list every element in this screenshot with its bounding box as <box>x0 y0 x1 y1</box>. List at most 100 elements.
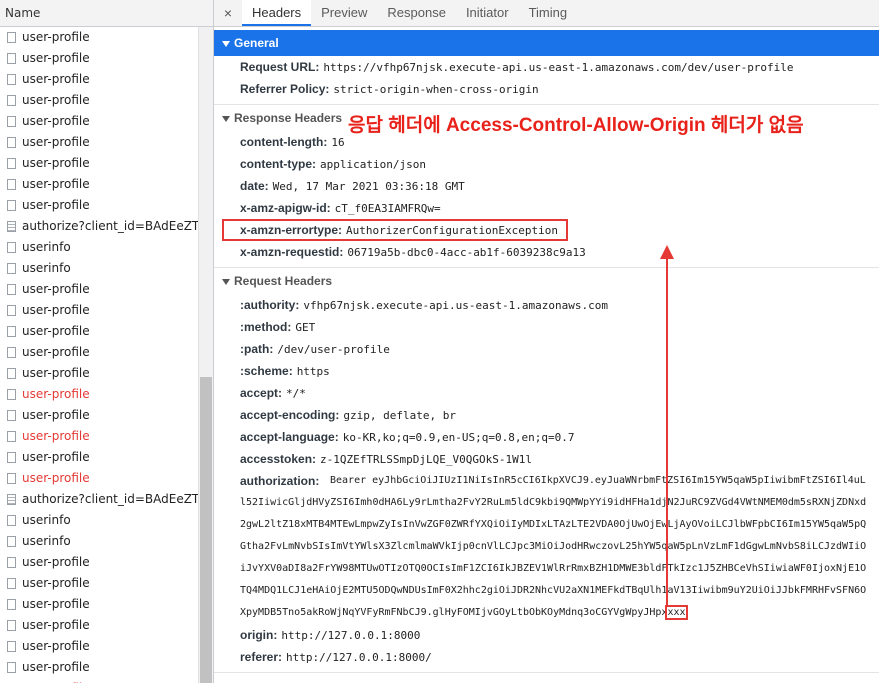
request-row[interactable]: user-profile <box>0 468 199 489</box>
file-icon <box>7 431 16 442</box>
tab-response[interactable]: Response <box>377 0 456 26</box>
request-row[interactable]: user-profile <box>0 321 199 342</box>
request-header-row: accept-encoding: gzip, deflate, br <box>214 404 879 426</box>
request-row[interactable]: user-profile <box>0 132 199 153</box>
file-icon <box>7 137 16 148</box>
request-row-label: userinfo <box>22 513 71 527</box>
request-row-label: user-profile <box>22 198 90 212</box>
request-row-label: userinfo <box>22 534 71 548</box>
request-header-row: accesstoken: z-1QZEfTRLSSmpDjLQE_V0QGOkS-… <box>214 448 879 470</box>
file-icon <box>7 200 16 211</box>
request-row[interactable]: user-profile <box>0 426 199 447</box>
file-icon <box>7 32 16 43</box>
request-header-row: accept: */* <box>214 382 879 404</box>
request-headers-header[interactable]: Request Headers <box>214 268 879 294</box>
request-row[interactable]: user-profile <box>0 405 199 426</box>
request-row[interactable]: user-profile <box>0 48 199 69</box>
response-header-value: AuthorizerConfigurationException <box>346 224 558 237</box>
file-icon <box>7 515 16 526</box>
request-row[interactable]: user-profile <box>0 174 199 195</box>
request-row[interactable]: user-profile <box>0 300 199 321</box>
triangle-down-icon <box>222 278 230 285</box>
request-row-label: user-profile <box>22 51 90 65</box>
request-row[interactable]: user-profile <box>0 552 199 573</box>
request-header-key: accept: <box>240 386 283 400</box>
request-row[interactable]: user-profile <box>0 573 199 594</box>
request-row[interactable]: user-profile <box>0 111 199 132</box>
request-row-label: user-profile <box>22 450 90 464</box>
request-row-label: user-profile <box>22 72 90 86</box>
tab-initiator[interactable]: Initiator <box>456 0 519 26</box>
request-row-label: user-profile <box>22 471 90 485</box>
request-row[interactable]: userinfo <box>0 510 199 531</box>
request-list-panel: Name user-profile user-profile user-profil… <box>0 0 214 683</box>
request-row[interactable]: user-profile <box>0 657 199 678</box>
file-icon <box>7 641 16 652</box>
request-row[interactable]: user-profile <box>0 615 199 636</box>
request-row[interactable]: user-profile <box>0 678 199 683</box>
request-row-label: userinfo <box>22 261 71 275</box>
request-row[interactable]: userinfo <box>0 531 199 552</box>
file-icon <box>7 53 16 64</box>
file-icon <box>7 305 16 316</box>
annotation-text: 응답 헤더에 Access-Control-Allow-Origin 헤더가 없… <box>348 115 804 136</box>
request-header-key: :method: <box>240 320 292 334</box>
request-row[interactable]: user-profile <box>0 69 199 90</box>
file-icon <box>7 263 16 274</box>
request-row[interactable]: user-profile <box>0 636 199 657</box>
tab-headers[interactable]: Headers <box>242 0 312 26</box>
request-list: user-profile user-profile user-profile user… <box>0 27 199 683</box>
file-icon <box>7 74 16 85</box>
response-header-key: x-amzn-requestid: <box>240 245 344 259</box>
tab-timing[interactable]: Timing <box>519 0 578 26</box>
authorization-tail: xxx <box>665 605 688 620</box>
referrer-policy-key: Referrer Policy: <box>240 82 330 96</box>
request-row[interactable]: user-profile <box>0 363 199 384</box>
request-row[interactable]: user-profile <box>0 342 199 363</box>
request-header-value: GET <box>295 321 316 334</box>
name-column-header[interactable]: Name <box>0 0 213 27</box>
triangle-down-icon <box>222 115 230 122</box>
request-row-label: user-profile <box>22 324 90 338</box>
request-row[interactable]: userinfo <box>0 237 199 258</box>
file-icon <box>7 410 16 421</box>
scrollbar-thumb[interactable] <box>200 377 212 683</box>
file-icon <box>7 599 16 610</box>
request-row[interactable]: user-profile <box>0 195 199 216</box>
file-icon <box>7 578 16 589</box>
document-icon <box>7 494 16 505</box>
details-tabbar: × Headers Preview Response Initiator Tim… <box>214 0 879 27</box>
request-row-label: user-profile <box>22 135 90 149</box>
request-row[interactable]: authorize?client_id=BAdEeZTkFl... <box>0 216 199 237</box>
request-row[interactable]: user-profile <box>0 447 199 468</box>
request-header-value: http://127.0.0.1:8000/ <box>286 651 432 664</box>
tab-preview[interactable]: Preview <box>311 0 377 26</box>
close-icon[interactable]: × <box>214 0 242 26</box>
file-icon <box>7 473 16 484</box>
file-icon <box>7 326 16 337</box>
general-section: General Request URL: https://vfhp67njsk.e… <box>214 30 879 105</box>
response-header-row: x-amzn-requestid: 06719a5b-dbc0-4acc-ab1f… <box>214 241 879 263</box>
request-row[interactable]: user-profile <box>0 153 199 174</box>
request-row[interactable]: user-profile <box>0 90 199 111</box>
request-row[interactable]: user-profile <box>0 27 199 48</box>
request-list-scrollbar[interactable] <box>198 27 213 683</box>
request-row[interactable]: user-profile <box>0 384 199 405</box>
request-headers-title: Request Headers <box>234 274 333 288</box>
request-header-value: vfhp67njsk.execute-api.us-east-1.amazona… <box>303 299 608 312</box>
general-section-header[interactable]: General <box>214 30 879 56</box>
request-row[interactable]: authorize?client_id=BAdEeZTkFl... <box>0 489 199 510</box>
request-row[interactable]: userinfo <box>0 258 199 279</box>
request-row[interactable]: user-profile <box>0 594 199 615</box>
request-url-row: Request URL: https://vfhp67njsk.execute-a… <box>214 56 879 78</box>
request-header-row: referer: http://127.0.0.1:8000/ <box>214 646 879 668</box>
authorization-token: Bearer eyJhbGciOiJIUzI1NiIsInR5cCI6IkpXV… <box>240 475 867 618</box>
request-row[interactable]: user-profile <box>0 279 199 300</box>
request-row-label: user-profile <box>22 177 90 191</box>
response-header-key: content-type: <box>240 157 316 171</box>
request-row-label: user-profile <box>22 576 90 590</box>
request-header-value: https <box>296 365 330 378</box>
request-header-key: referer: <box>240 650 283 664</box>
response-header-value: 06719a5b-dbc0-4acc-ab1f-6039238c9a13 <box>347 246 586 259</box>
request-header-row: :scheme: https <box>214 360 879 382</box>
